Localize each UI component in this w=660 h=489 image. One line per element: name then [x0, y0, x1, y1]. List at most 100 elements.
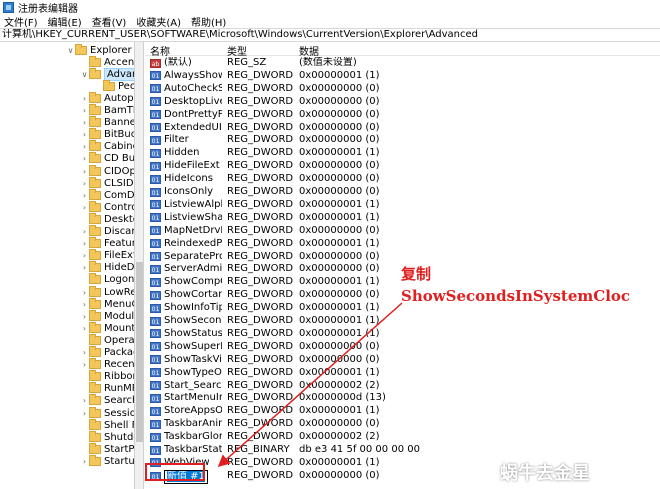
tree-item[interactable]: › BannerStor [80, 116, 134, 129]
value-row[interactable]: 01ShowStatusBar REG_DWORD 0x00000001 (1) [145, 328, 660, 341]
tree-scrollbar-thumb[interactable] [136, 262, 143, 442]
value-row[interactable]: 01ListviewShadow REG_DWORD 0x00000001 (1) [145, 212, 660, 225]
value-row[interactable]: ab (默认) REG_SZ (数值未设置) [145, 57, 660, 70]
tree-item[interactable]: › BamThrottl [80, 104, 134, 117]
expand-chevron-icon[interactable]: › [80, 94, 89, 103]
value-row[interactable]: 01AutoCheckSelect REG_DWORD 0x00000000 (0) [145, 83, 660, 96]
tree-item[interactable]: › RecentDoc [80, 358, 134, 371]
tree-item[interactable]: › CD Burning [80, 152, 134, 165]
tree-item[interactable]: › MenuOrde [80, 297, 134, 310]
expand-chevron-icon[interactable]: › [80, 179, 89, 188]
tree-item[interactable]: › ComDlg32 [80, 188, 134, 201]
column-type[interactable]: 类型 [227, 43, 247, 58]
value-row[interactable]: 01AlwaysShowM... REG_DWORD 0x00000001 (1) [145, 70, 660, 83]
expand-chevron-icon[interactable]: › [80, 167, 89, 176]
expand-chevron-icon[interactable]: › [80, 312, 89, 321]
value-row[interactable]: 01MapNetDrvBtn REG_DWORD 0x00000000 (0) [145, 225, 660, 238]
tree-item[interactable]: Shutdown [80, 430, 134, 443]
tree-item[interactable]: › CLSID [80, 176, 134, 189]
expand-chevron-icon[interactable]: ∨ [66, 46, 75, 55]
tree-item[interactable]: ∨ Advanced [80, 67, 134, 81]
tree-scrollbar[interactable] [135, 42, 144, 489]
expand-chevron-icon[interactable]: › [80, 360, 89, 369]
menu-view[interactable]: 查看(V) [92, 14, 127, 29]
tree-item[interactable]: Desktop [80, 212, 134, 225]
value-row[interactable]: 01Start_SearchFiles REG_DWORD 0x00000002 (… [145, 380, 660, 393]
value-name: ShowTaskView... [164, 353, 222, 365]
expand-chevron-icon[interactable]: › [80, 239, 89, 248]
tree-item[interactable]: Shell Folde [80, 418, 134, 431]
tree-item[interactable]: StartPage [80, 442, 134, 455]
value-row[interactable]: 01ShowSecondsI... REG_DWORD 0x00000001 (1) [145, 315, 660, 328]
tree-item[interactable]: LogonStats [80, 273, 134, 286]
column-name[interactable]: 名称 [150, 43, 170, 58]
tree-item[interactable]: OperationS [80, 333, 134, 346]
value-row[interactable]: 01TaskbarStateL... REG_BINARY db e3 41 5f … [145, 444, 660, 457]
tree-item[interactable]: › FeatureUsa [80, 237, 134, 250]
tree-item[interactable]: › MountPoin [80, 321, 134, 334]
value-row[interactable]: 01 Filter REG_DWORD 0x00000000 (0) [145, 134, 660, 147]
value-row[interactable]: 01TaskbarAnimat... REG_DWORD 0x00000000 (0… [145, 418, 660, 431]
value-row[interactable]: 01DontPrettyPath REG_DWORD 0x00000000 (0) [145, 109, 660, 122]
tree-item[interactable]: › LowRegistr [80, 285, 134, 298]
expand-chevron-icon[interactable]: › [80, 106, 89, 115]
value-row[interactable]: 01StoreAppsOnT... REG_DWORD 0x00000001 (1) [145, 405, 660, 418]
tree-item[interactable]: › CabinetSta [80, 140, 134, 153]
value-row[interactable]: 01ExtendedUIHo... REG_DWORD 0x00000000 (0) [145, 122, 660, 135]
expand-chevron-icon[interactable]: › [80, 457, 89, 466]
value-row[interactable]: 01ReindexedProf... REG_DWORD 0x00000001 (1… [145, 238, 660, 251]
value-row[interactable]: 01ShowSuperHid... REG_DWORD 0x00000000 (0) [145, 341, 660, 354]
expand-chevron-icon[interactable]: › [80, 142, 89, 151]
tree-item[interactable]: People [94, 79, 134, 92]
value-row[interactable]: 01 Hidden REG_DWORD 0x00000001 (1) [145, 147, 660, 160]
tree-item[interactable]: › SearchPlatf [80, 394, 134, 407]
expand-chevron-icon[interactable]: › [80, 288, 89, 297]
expand-chevron-icon[interactable]: › [80, 396, 89, 405]
expand-chevron-icon[interactable]: › [80, 154, 89, 163]
expand-chevron-icon[interactable]: › [80, 227, 89, 236]
value-row[interactable]: 01ShowTaskView... REG_DWORD 0x00000000 (0) [145, 354, 660, 367]
tree-item[interactable]: Accent [80, 55, 134, 68]
value-row[interactable]: 01SeparateProce... REG_DWORD 0x00000000 (0… [145, 251, 660, 264]
value-row[interactable]: 01ListviewAlphaS... REG_DWORD 0x00000001 (… [145, 199, 660, 212]
expand-chevron-icon[interactable]: › [80, 130, 89, 139]
tree-item[interactable]: ∨ Explorer [66, 43, 132, 56]
expand-chevron-icon[interactable]: › [80, 348, 89, 357]
expand-chevron-icon[interactable]: › [80, 203, 89, 212]
tree-item[interactable]: › Modules [80, 309, 134, 322]
tree-item[interactable]: › Package In [80, 346, 134, 359]
value-row[interactable]: 01TaskbarGlomL... REG_DWORD 0x00000002 (2) [145, 431, 660, 444]
tree-item[interactable]: › StartupApp [80, 454, 134, 467]
value-row[interactable]: 01 HideIcons REG_DWORD 0x00000000 (0) [145, 173, 660, 186]
tree-item[interactable]: › ControlPan [80, 200, 134, 213]
value-row[interactable]: 01ShowTypeOver... REG_DWORD 0x00000001 (1) [145, 367, 660, 380]
value-row[interactable]: 01 IconsOnly REG_DWORD 0x00000000 (0) [145, 186, 660, 199]
expand-chevron-icon[interactable]: › [80, 300, 89, 309]
expand-chevron-icon[interactable]: › [80, 191, 89, 200]
expand-chevron-icon[interactable]: › [80, 409, 89, 418]
tree-item[interactable]: RunMRU [80, 382, 134, 395]
tree-item[interactable]: › BitBucket [80, 128, 134, 141]
expand-chevron-icon[interactable]: › [80, 263, 89, 272]
tree-item[interactable]: › HideDeskto [80, 261, 134, 274]
tree-item[interactable]: › CIDOpen [80, 164, 134, 177]
column-data[interactable]: 数据 [299, 43, 319, 58]
expand-chevron-icon[interactable]: › [80, 118, 89, 127]
tree-item[interactable]: Ribbon [80, 370, 134, 383]
menu-file[interactable]: 文件(F) [4, 14, 38, 29]
expand-chevron-icon[interactable]: › [80, 251, 89, 260]
menu-edit[interactable]: 编辑(E) [48, 14, 82, 29]
value-row[interactable]: 01DesktopLivePr... REG_DWORD 0x00000000 (0… [145, 96, 660, 109]
tree-item[interactable]: › AutoplayHa [80, 91, 134, 104]
tree-item[interactable]: › SessionInfo [80, 406, 134, 419]
expand-chevron-icon[interactable]: › [80, 324, 89, 333]
address-bar[interactable]: 计算机\HKEY_CURRENT_USER\SOFTWARE\Microsoft… [0, 28, 660, 42]
tree-item[interactable]: › Discardabl [80, 225, 134, 238]
expand-chevron-icon[interactable]: ∨ [80, 70, 89, 79]
value-name-cell: 01DontPrettyPath [150, 109, 222, 121]
tree-item[interactable]: › FileExts [80, 249, 134, 262]
menu-help[interactable]: 帮助(H) [191, 14, 226, 29]
value-row[interactable]: 01 HideFileExt REG_DWORD 0x00000000 (0) [145, 160, 660, 173]
menu-favorites[interactable]: 收藏夹(A) [136, 14, 181, 29]
value-row[interactable]: 01StartMenuInit REG_DWORD 0x0000000d (13) [145, 392, 660, 405]
